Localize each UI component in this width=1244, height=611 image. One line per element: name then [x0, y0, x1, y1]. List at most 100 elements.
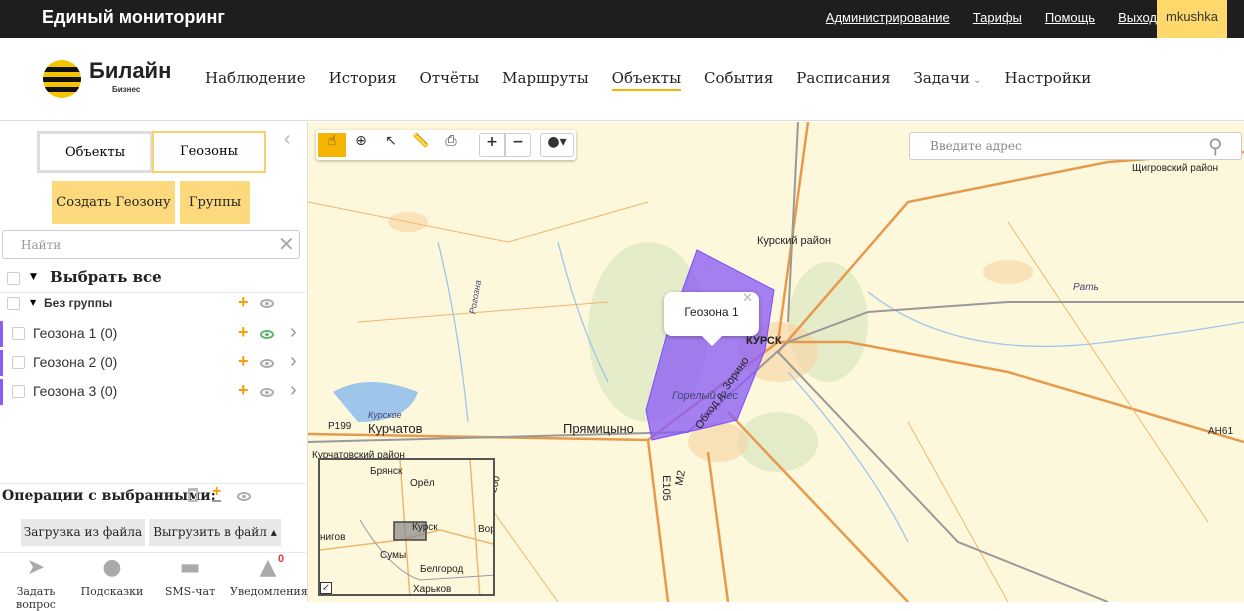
minimap-label: Вор — [478, 524, 495, 535]
link-tariffs[interactable]: Тарифы — [973, 10, 1022, 25]
list-item[interactable]: Геозона 1 (0) + › — [0, 321, 306, 347]
clear-search-icon[interactable]: ✕ — [278, 232, 295, 256]
notifications-button[interactable]: ▲ Уведомления 0 — [230, 553, 308, 598]
minimap-label: Брянск — [370, 466, 403, 477]
add-icon[interactable]: + — [238, 292, 249, 313]
select-all-checkbox[interactable] — [7, 272, 20, 285]
map-layer-globe-icon[interactable]: ●▾ — [540, 133, 574, 157]
item-label: Геозона 2 (0) — [33, 354, 118, 370]
nav-reports[interactable]: Отчёты — [420, 69, 480, 91]
upload-icon[interactable]: + — [212, 484, 222, 502]
close-icon[interactable]: ✕ — [742, 278, 753, 318]
load-from-file-button[interactable]: Загрузка из файла — [21, 519, 145, 546]
item-label: Геозона 1 (0) — [33, 325, 118, 341]
sms-chat-button[interactable]: ▬ SMS-чат — [160, 555, 220, 598]
map-label: Щигровский район — [1132, 163, 1219, 174]
chevron-right-icon[interactable]: › — [290, 350, 297, 373]
zoom-in-button[interactable]: + — [479, 133, 505, 157]
zoom-out-button[interactable]: − — [505, 133, 531, 157]
trash-icon[interactable] — [188, 488, 198, 502]
eye-icon[interactable] — [260, 359, 274, 368]
list-item[interactable]: Геозона 2 (0) + › — [0, 350, 306, 376]
chevron-right-icon[interactable]: › — [290, 379, 297, 402]
nav-settings[interactable]: Настройки — [1004, 69, 1091, 91]
minimap-label: Орёл — [410, 478, 435, 489]
caret-down-icon[interactable]: ▼ — [30, 272, 37, 282]
paper-plane-icon: ➤ — [26, 555, 46, 580]
eye-icon[interactable] — [260, 388, 274, 397]
group-checkbox[interactable] — [7, 297, 20, 310]
nav-routes[interactable]: Маршруты — [502, 69, 589, 91]
nav-tasks-label: Задачи — [913, 69, 970, 87]
footer-label: Подсказки — [80, 585, 144, 598]
map-label: КУРСК — [746, 335, 782, 347]
divider — [0, 483, 306, 484]
collapse-sidebar-icon[interactable]: ‹ — [284, 128, 291, 151]
tab-objects[interactable]: Объекты — [37, 131, 153, 173]
color-marker — [0, 350, 3, 376]
tab-geozones[interactable]: Геозоны — [152, 131, 266, 173]
group-label: Без группы — [44, 296, 113, 310]
logo[interactable]: Билайн Бизнес — [42, 58, 172, 100]
link-logout[interactable]: Выход — [1118, 10, 1157, 25]
zoom-area-icon[interactable]: ⊕ — [348, 133, 374, 157]
map-toolbar: ☝ ⊕ ↖ 📏 ⎙ + − ●▾ — [316, 130, 576, 160]
nav-tasks[interactable]: Задачи ⌄ — [914, 69, 982, 91]
main-nav: Билайн Бизнес Наблюдение История Отчёты … — [0, 38, 1244, 121]
pan-hand-icon[interactable]: ☝ — [318, 133, 346, 157]
map-label: Р199 — [328, 421, 352, 432]
nav-objects[interactable]: Объекты — [611, 69, 682, 91]
print-icon[interactable]: ⎙ — [438, 133, 464, 157]
search-input[interactable] — [2, 230, 300, 259]
sidebar: Объекты Геозоны ‹ Создать Геозону Группы… — [0, 122, 308, 611]
nav-observation[interactable]: Наблюдение — [205, 69, 306, 91]
ask-question-button[interactable]: ➤ Задать вопрос — [0, 555, 72, 611]
app-title: Единый мониторинг — [42, 7, 225, 27]
overview-minimap[interactable]: Брянск Орёл Курск Сумы Белгород Харьков … — [318, 458, 495, 596]
minimap-tiles — [320, 460, 493, 594]
item-checkbox[interactable] — [12, 356, 25, 369]
item-checkbox[interactable] — [12, 385, 25, 398]
ruler-icon[interactable]: 📏 — [408, 133, 434, 157]
groups-button[interactable]: Группы — [180, 181, 250, 224]
nav-events[interactable]: События — [704, 69, 773, 91]
link-admin[interactable]: Администрирование — [826, 10, 950, 25]
search-icon[interactable]: ⚲ — [1208, 134, 1223, 158]
nav-schedules[interactable]: Расписания — [796, 69, 890, 91]
chat-icon: ▬ — [179, 555, 201, 580]
add-icon[interactable]: + — [238, 380, 249, 401]
hints-button[interactable]: ● Подсказки — [80, 555, 144, 598]
footer-label: Задать вопрос — [16, 585, 56, 611]
chevron-right-icon[interactable]: › — [290, 321, 297, 344]
minimap-collapse-icon[interactable]: ↙ — [320, 582, 332, 594]
map-label: Рать — [1073, 282, 1099, 293]
eye-icon[interactable] — [237, 492, 251, 501]
footer-label: SMS-чат — [164, 585, 216, 598]
add-icon[interactable]: + — [238, 351, 249, 372]
divider — [0, 552, 306, 553]
map-label: Курчатов — [368, 421, 423, 436]
map[interactable]: Курский район КУРСК Прямицыно Курчатов Р… — [308, 122, 1244, 602]
notification-badge: 0 — [278, 553, 285, 565]
link-help[interactable]: Помощь — [1045, 10, 1095, 25]
select-all-label: Выбрать все — [50, 268, 162, 286]
create-geozone-button[interactable]: Создать Геозону — [52, 181, 175, 224]
user-menu[interactable]: mkushka — [1157, 0, 1227, 38]
add-icon[interactable]: + — [238, 322, 249, 343]
export-to-file-button[interactable]: Выгрузить в файл ▴ — [149, 519, 281, 546]
logo-text: Билайн — [89, 58, 172, 83]
lightbulb-icon: ● — [102, 555, 122, 580]
eye-icon[interactable] — [260, 299, 274, 308]
nav-history[interactable]: История — [329, 69, 397, 91]
logo-subtext: Бизнес — [112, 85, 141, 94]
map-label: Курское — [368, 410, 402, 420]
select-pointer-icon[interactable]: ↖ — [378, 133, 404, 157]
footer-label: Уведомления — [230, 585, 308, 598]
minimap-label: Курск — [412, 522, 438, 533]
caret-down-icon[interactable]: ▼ — [30, 298, 36, 307]
item-checkbox[interactable] — [12, 327, 25, 340]
minimap-label: Сумы — [380, 550, 407, 561]
address-search-input[interactable] — [909, 132, 1242, 160]
list-item[interactable]: Геозона 3 (0) + › — [0, 379, 306, 405]
eye-icon[interactable] — [260, 330, 274, 339]
